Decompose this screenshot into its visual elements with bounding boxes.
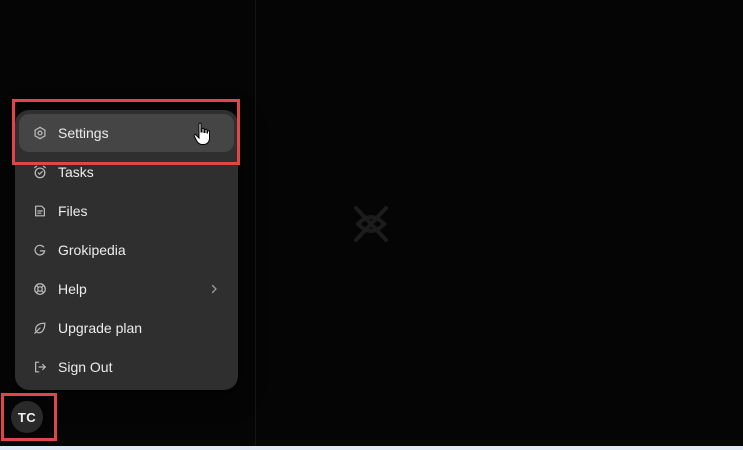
bottom-edge-strip (0, 446, 743, 450)
chevron-right-icon (208, 283, 220, 295)
menu-item-label: Upgrade plan (58, 320, 143, 336)
user-avatar-button[interactable]: TC (11, 401, 43, 433)
alarm-clock-icon (32, 164, 48, 180)
menu-item-label: Tasks (58, 164, 94, 180)
account-menu: Settings Tasks Files Grokipedia Help Upg… (15, 110, 238, 390)
menu-item-label: Sign Out (58, 359, 113, 375)
menu-item-tasks[interactable]: Tasks (19, 153, 234, 191)
menu-item-label: Files (58, 203, 88, 219)
lifebuoy-icon (32, 281, 48, 297)
menu-item-upgrade-plan[interactable]: Upgrade plan (19, 309, 234, 347)
menu-item-files[interactable]: Files (19, 192, 234, 230)
file-icon (32, 203, 48, 219)
avatar-initials: TC (17, 409, 37, 425)
main-content (256, 0, 743, 446)
menu-item-grokipedia[interactable]: Grokipedia (19, 231, 234, 269)
hand-cursor-icon (193, 122, 210, 145)
sign-out-icon (32, 359, 48, 375)
grokipedia-g-icon (32, 242, 48, 258)
gear-icon (32, 125, 48, 141)
menu-item-label: Grokipedia (58, 242, 126, 258)
app-window: Settings Tasks Files Grokipedia Help Upg… (0, 0, 743, 450)
grok-logo-icon (354, 206, 388, 242)
menu-item-label: Help (58, 281, 87, 297)
leaf-icon (32, 320, 48, 336)
menu-item-sign-out[interactable]: Sign Out (19, 348, 234, 386)
menu-item-help[interactable]: Help (19, 270, 234, 308)
